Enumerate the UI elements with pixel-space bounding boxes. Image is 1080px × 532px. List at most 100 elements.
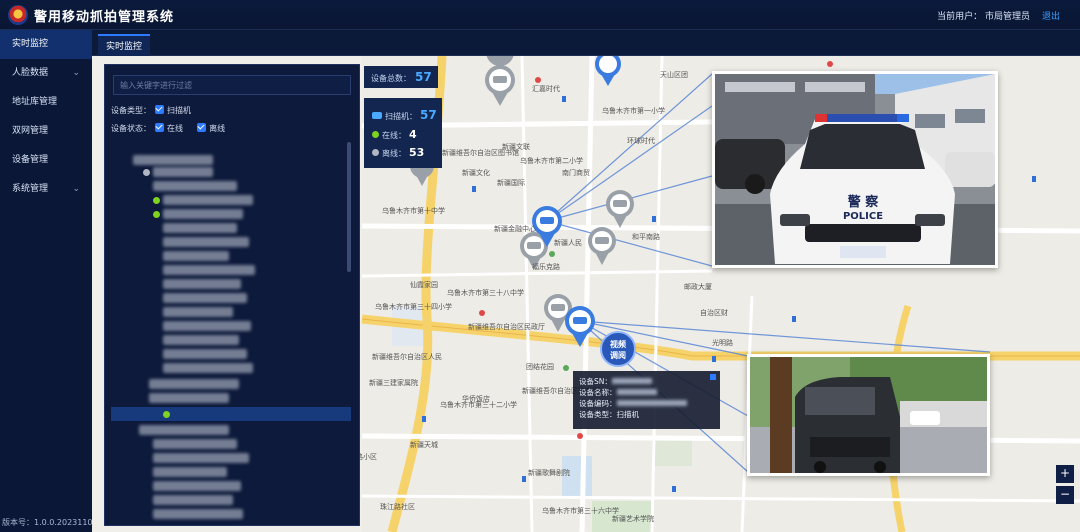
police-en-text: POLICE — [843, 211, 883, 222]
sidebar-item-label: 双网管理 — [12, 126, 49, 136]
tree-node[interactable] — [133, 155, 213, 165]
tree-node[interactable] — [163, 363, 253, 373]
video-playback-badge[interactable]: 视频 调阅 — [600, 331, 636, 367]
map-label: 乌鲁木齐市第三十八中学 — [447, 289, 524, 297]
tree-node[interactable] — [153, 481, 241, 491]
device-info-tooltip: 设备SN： 设备名称： 设备编码： 设备类型：扫描机 — [573, 371, 720, 429]
tooltip-sn-row: 设备SN： — [579, 376, 714, 387]
map-label: 乌鲁木齐市第十中学 — [382, 207, 445, 215]
status-offline-checkbox[interactable] — [197, 123, 207, 132]
redacted-value — [611, 378, 652, 384]
tooltip-name-row: 设备名称： — [579, 387, 714, 398]
map-label: 新疆三建家属院 — [369, 379, 418, 387]
tooltip-sn-label: 设备SN： — [579, 377, 612, 386]
sidebar-item-system-management[interactable]: 系统管理 ⌄ — [0, 175, 92, 204]
map-label: 乌鲁木齐市第三十四小学 — [375, 303, 452, 311]
tree-node[interactable] — [163, 223, 237, 233]
sidebar-item-address-library[interactable]: 地址库管理 — [0, 88, 92, 117]
map-label: 新疆文联 — [502, 143, 530, 151]
tree-scrollbar[interactable] — [347, 142, 351, 272]
offline-count-value: 53 — [409, 146, 425, 159]
device-tree — [105, 153, 351, 523]
sidebar-item-face-data[interactable]: 人脸数据 ⌄ — [0, 59, 92, 88]
tree-node[interactable] — [149, 393, 229, 403]
tree-node-status-dot — [153, 197, 160, 204]
captured-photo-police-car[interactable]: 警 察 POLICE — [712, 71, 998, 268]
tree-node[interactable] — [163, 195, 253, 205]
tree-node[interactable] — [163, 307, 233, 317]
map-label: 乌鲁木齐市第一小学 — [602, 107, 665, 115]
tree-node[interactable] — [139, 425, 229, 435]
police-badge-logo-icon — [8, 5, 28, 25]
tooltip-type-row: 设备类型：扫描机 — [579, 409, 714, 420]
device-type-checkbox[interactable] — [155, 105, 164, 114]
app-title: 警用移动抓拍管理系统 — [34, 10, 175, 25]
tree-node[interactable] — [153, 495, 233, 505]
redacted-value — [616, 389, 657, 395]
sidebar: 实时监控 人脸数据 ⌄ 地址库管理 双网管理 设备管理 系统管理 ⌄ 版本号：1.0… — [0, 30, 98, 532]
sidebar-item-label: 地址库管理 — [12, 97, 58, 107]
offline-status-dot-icon — [372, 149, 379, 156]
tree-node[interactable] — [163, 237, 249, 247]
device-total-stat: 设备总数： 57 — [364, 66, 438, 88]
tree-node[interactable] — [153, 167, 213, 177]
zoom-out-button[interactable]: − — [1056, 486, 1074, 504]
tree-node[interactable] — [163, 279, 241, 289]
sidebar-item-realtime-monitor[interactable]: 实时监控 — [0, 30, 92, 59]
tree-node[interactable] — [153, 439, 237, 449]
map-label: 福乐克路 — [532, 263, 560, 271]
police-car-image: 警 察 POLICE — [715, 74, 995, 265]
tree-selected-row[interactable] — [111, 407, 351, 421]
tree-node[interactable] — [163, 321, 251, 331]
captured-photo-police-van[interactable] — [747, 354, 990, 476]
app-root: 警用移动抓拍管理系统 当前用户： 市局管理员 退出 实时监控 人脸数据 ⌄ 地址库… — [0, 0, 1080, 532]
sidebar-item-dual-network[interactable]: 双网管理 — [0, 117, 92, 146]
tree-node[interactable] — [153, 453, 249, 463]
online-status-dot-icon — [372, 131, 379, 138]
map-label: 汇嘉时代 — [532, 85, 560, 93]
police-van-image — [750, 357, 987, 473]
tab-realtime-monitor[interactable]: 实时监控 — [98, 34, 151, 56]
sidebar-item-device-management[interactable]: 设备管理 — [0, 146, 92, 175]
online-count-row: 在线： 4 — [372, 128, 417, 141]
tree-node[interactable] — [163, 209, 243, 219]
map-label: 和平南路 — [632, 233, 660, 241]
redacted-value — [616, 400, 687, 406]
filter-search-input[interactable] — [113, 75, 351, 95]
sidebar-item-label: 系统管理 — [12, 184, 49, 194]
device-type-filter: 设备类型： 扫描机 — [111, 105, 191, 116]
tree-node[interactable] — [153, 509, 243, 519]
online-count-value: 4 — [409, 128, 417, 141]
map-label: 新疆天城 — [410, 441, 438, 449]
tree-node[interactable] — [153, 467, 227, 477]
device-status-filter: 设备状态： 在线 离线 — [111, 123, 225, 134]
device-total-label: 设备总数： — [371, 74, 411, 83]
zoom-in-button[interactable]: + — [1056, 465, 1074, 483]
status-online-checkbox[interactable] — [155, 123, 164, 132]
logout-link[interactable]: 退出 — [1042, 9, 1076, 22]
chevron-down-icon: ⌄ — [72, 68, 80, 78]
tree-node[interactable] — [163, 251, 229, 261]
sidebar-item-label: 实时监控 — [12, 39, 49, 49]
scanner-count-value: 57 — [420, 108, 437, 122]
map-label: 新疆文化 — [462, 169, 490, 177]
tree-node[interactable] — [163, 293, 247, 303]
close-icon[interactable] — [710, 374, 716, 380]
map-label: 环球时代 — [627, 137, 655, 145]
tree-node-status-dot — [153, 211, 160, 218]
tree-node[interactable] — [163, 265, 255, 275]
device-total-value: 57 — [415, 70, 432, 84]
version-label: 版本号：1.0.0.20231103 — [2, 518, 98, 527]
top-header: 警用移动抓拍管理系统 当前用户： 市局管理员 退出 — [0, 0, 1080, 30]
tooltip-type-value: 扫描机 — [616, 410, 640, 419]
online-count-label: 在线： — [382, 131, 406, 140]
map-label: 南门商贸 — [562, 169, 590, 177]
map-label: 新疆人民 — [554, 239, 582, 247]
tree-node[interactable] — [153, 181, 237, 191]
tree-node[interactable] — [149, 379, 239, 389]
video-badge-line1: 视频 — [610, 340, 626, 349]
tree-node[interactable] — [163, 335, 239, 345]
tree-node[interactable] — [163, 349, 247, 359]
device-status-label: 设备状态： — [111, 124, 151, 133]
device-tree-panel: 设备类型： 扫描机 设备状态： 在线 离线 — [104, 64, 360, 526]
